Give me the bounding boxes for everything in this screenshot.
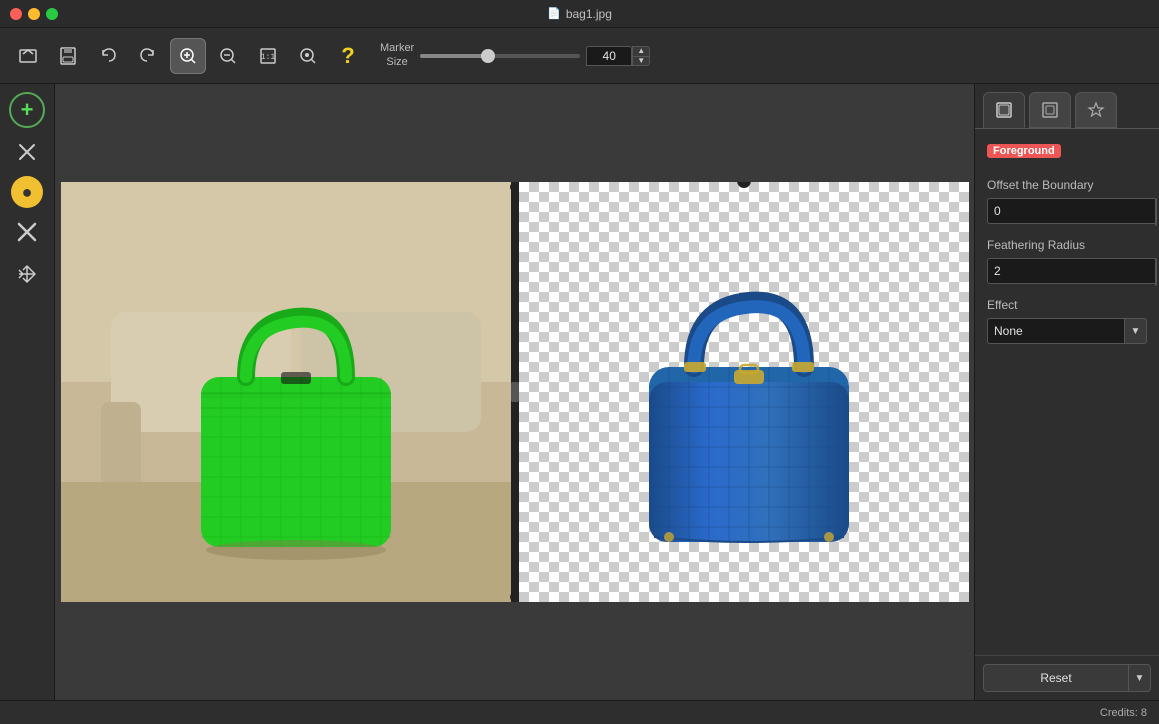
panel-divider[interactable] xyxy=(511,182,519,602)
maximize-button[interactable] xyxy=(46,8,58,20)
marker-increase-btn[interactable]: ▲ xyxy=(632,46,650,56)
offset-boundary-up-btn[interactable]: ▲ xyxy=(1156,199,1157,212)
traffic-lights xyxy=(10,8,58,20)
marker-value-input[interactable] xyxy=(586,46,632,66)
effect-label: Effect xyxy=(987,298,1147,312)
erase-marker-btn[interactable] xyxy=(9,134,45,170)
divider-handle[interactable] xyxy=(511,382,519,402)
question-mark-icon: ? xyxy=(341,43,354,69)
move-tool-btn[interactable] xyxy=(9,256,45,292)
zoom-in-btn[interactable] xyxy=(170,38,206,74)
canvas-area xyxy=(55,84,974,700)
file-icon: 📄 xyxy=(547,7,561,20)
effect-select[interactable]: None Shadow Glow Outline xyxy=(987,318,1125,344)
reset-btn[interactable]: Reset xyxy=(983,664,1129,692)
zoom-out-btn[interactable] xyxy=(210,38,246,74)
save-btn[interactable] xyxy=(50,38,86,74)
feathering-radius-steppers: ▲ ▼ xyxy=(1155,258,1157,286)
marker-size-slider[interactable] xyxy=(420,54,580,58)
foreground-badge: Foreground xyxy=(987,144,1061,158)
foreground-marker-btn[interactable]: ● xyxy=(11,176,43,208)
marker-size-label: MarkerSize xyxy=(380,42,414,68)
zoom-region-btn[interactable] xyxy=(290,38,326,74)
main-content: + ● xyxy=(0,84,1159,700)
tab-favorites[interactable] xyxy=(1075,92,1117,128)
effect-dropdown-btn[interactable]: ▼ xyxy=(1125,318,1147,344)
star-icon xyxy=(1086,100,1106,120)
right-panel: Foreground Offset the Boundary ▲ ▼ Feath… xyxy=(974,84,1159,700)
close-button[interactable] xyxy=(10,8,22,20)
plus-icon: + xyxy=(21,97,34,123)
offset-boundary-control: ▲ ▼ xyxy=(987,198,1147,226)
help-btn[interactable]: ? xyxy=(330,38,366,74)
original-image-svg xyxy=(61,182,511,602)
panel-content: Foreground Offset the Boundary ▲ ▼ Feath… xyxy=(975,128,1159,404)
result-image-panel[interactable] xyxy=(519,182,969,602)
original-image-panel[interactable] xyxy=(61,182,511,602)
marker-decrease-btn[interactable]: ▼ xyxy=(632,56,650,66)
right-panel-bottom: Reset ▼ xyxy=(975,655,1159,700)
feathering-radius-input[interactable] xyxy=(987,258,1155,284)
undo-btn[interactable] xyxy=(90,38,126,74)
toolbar: 1:1 ? MarkerSize ▲ ▼ xyxy=(0,28,1159,84)
feathering-radius-up-btn[interactable]: ▲ xyxy=(1156,259,1157,272)
add-marker-btn[interactable]: + xyxy=(9,92,45,128)
window-title: 📄 bag1.jpg xyxy=(10,7,1149,21)
svg-text:1:1: 1:1 xyxy=(261,53,276,62)
panel-tabs xyxy=(975,84,1159,128)
layers-icon xyxy=(994,100,1014,120)
marker-value-row: ▲ ▼ xyxy=(586,46,650,66)
offset-boundary-down-btn[interactable]: ▼ xyxy=(1156,212,1157,225)
offset-boundary-input[interactable] xyxy=(987,198,1155,224)
redo-btn[interactable] xyxy=(130,38,166,74)
titlebar: 📄 bag1.jpg xyxy=(0,0,1159,28)
fit-btn[interactable]: 1:1 xyxy=(250,38,286,74)
feathering-radius-control: ▲ ▼ xyxy=(987,258,1147,286)
effect-control: None Shadow Glow Outline ▼ xyxy=(987,318,1147,344)
marker-size-group: MarkerSize ▲ ▼ xyxy=(380,42,650,68)
open-file-btn[interactable] xyxy=(10,38,46,74)
circle-icon: ● xyxy=(22,182,33,203)
credits-label: Credits: 8 xyxy=(1100,707,1147,719)
canvas-panels xyxy=(61,182,969,602)
left-sidebar: + ● xyxy=(0,84,55,700)
feathering-radius-label: Feathering Radius xyxy=(987,238,1147,252)
result-image-svg xyxy=(519,182,969,602)
adjustments-icon xyxy=(1040,100,1060,120)
background-marker-btn[interactable] xyxy=(9,214,45,250)
tab-layers[interactable] xyxy=(983,92,1025,128)
offset-boundary-label: Offset the Boundary xyxy=(987,178,1147,192)
title-text: bag1.jpg xyxy=(566,7,612,21)
minimize-button[interactable] xyxy=(28,8,40,20)
reset-dropdown-btn[interactable]: ▼ xyxy=(1129,664,1151,692)
feathering-radius-down-btn[interactable]: ▼ xyxy=(1156,272,1157,285)
offset-boundary-steppers: ▲ ▼ xyxy=(1155,198,1157,226)
marker-stepper: ▲ ▼ xyxy=(632,46,650,66)
credits-bar: Credits: 8 xyxy=(0,700,1159,724)
tab-adjustments[interactable] xyxy=(1029,92,1071,128)
